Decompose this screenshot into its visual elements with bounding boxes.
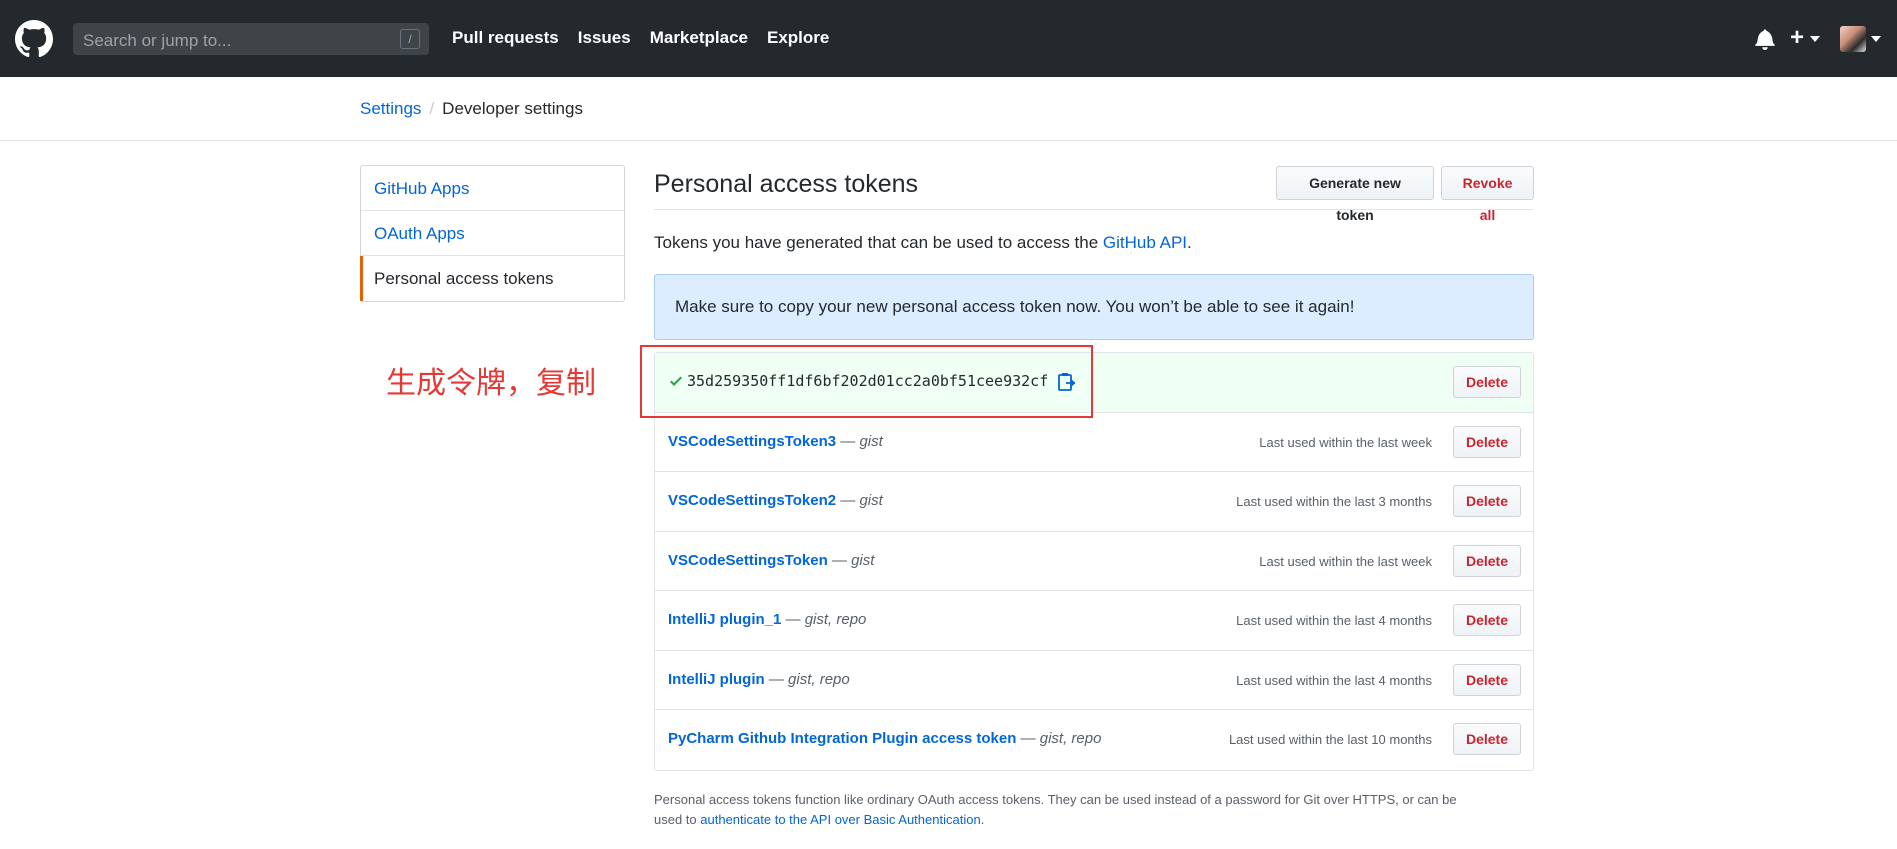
token-name-link: PyCharm Github Integration Plugin access… bbox=[668, 730, 1101, 747]
token-last-used: Last used within the last 4 months bbox=[1236, 672, 1432, 688]
token-row: PyCharm Github Integration Plugin access… bbox=[655, 710, 1533, 770]
delete-token-button[interactable]: Delete bbox=[1453, 425, 1521, 458]
footer-note: Personal access tokens function like ord… bbox=[654, 790, 1534, 830]
footer-prefix: used to bbox=[654, 812, 701, 827]
breadcrumb-separator: / bbox=[429, 99, 435, 118]
search-shortcut-key: / bbox=[400, 29, 420, 49]
token-scopes: gist, repo bbox=[804, 611, 867, 628]
token-row: VSCodeSettingsToken3 — gist Last used wi… bbox=[655, 413, 1533, 472]
copy-token-notice: Make sure to copy your new personal acce… bbox=[654, 274, 1534, 340]
token-dash: — bbox=[1016, 730, 1040, 747]
search-input[interactable]: Search or jump to... / bbox=[73, 23, 429, 55]
token-name[interactable]: IntelliJ plugin bbox=[668, 671, 765, 688]
token-dash: — bbox=[781, 611, 805, 628]
create-new-button[interactable]: + bbox=[1790, 24, 1822, 52]
token-name[interactable]: VSCodeSettingsToken3 bbox=[668, 433, 836, 450]
search-placeholder: Search or jump to... bbox=[83, 31, 232, 50]
title-divider bbox=[654, 209, 1534, 210]
token-scopes: gist bbox=[859, 432, 883, 450]
token-dash: — bbox=[764, 670, 789, 688]
nav-explore[interactable]: Explore bbox=[767, 28, 829, 48]
token-row: IntelliJ plugin — gist, repo Last used w… bbox=[655, 651, 1533, 710]
caret-down-icon bbox=[1810, 36, 1820, 42]
token-dash: — bbox=[836, 432, 860, 450]
footer-suffix: . bbox=[980, 812, 985, 827]
delete-token-button[interactable]: Delete bbox=[1453, 544, 1521, 577]
token-name[interactable]: IntelliJ plugin_1 bbox=[668, 611, 781, 628]
token-scopes: gist, repo bbox=[1039, 730, 1102, 747]
token-last-used: Last used within the last 3 months bbox=[1236, 494, 1432, 509]
developer-settings-sidebar: GitHub Apps OAuth Apps Personal access t… bbox=[360, 165, 625, 302]
token-name-link: IntelliJ plugin — gist, repo bbox=[668, 671, 850, 688]
token-row: VSCodeSettingsToken — gist Last used wit… bbox=[655, 532, 1533, 591]
annotation-highlight-box bbox=[640, 345, 1093, 418]
token-dash: — bbox=[836, 492, 860, 509]
caret-down-icon bbox=[1871, 36, 1881, 42]
bell-icon[interactable] bbox=[1755, 28, 1775, 50]
token-name[interactable]: VSCodeSettingsToken2 bbox=[668, 492, 836, 509]
settings-subhead: Settings / Developer settings bbox=[0, 77, 1897, 141]
nav-pull-requests[interactable]: Pull requests bbox=[452, 28, 559, 48]
token-name-link: VSCodeSettingsToken3 — gist bbox=[668, 433, 883, 450]
token-last-used: Last used within the last 4 months bbox=[1236, 613, 1432, 628]
delete-token-button[interactable]: Delete bbox=[1453, 604, 1521, 636]
token-scopes: gist bbox=[859, 492, 883, 509]
revoke-all-button[interactable]: Revoke all bbox=[1441, 166, 1534, 223]
delete-token-button[interactable]: Delete bbox=[1453, 485, 1521, 517]
github-api-link[interactable]: GitHub API bbox=[1103, 233, 1187, 252]
delete-token-button[interactable]: Delete bbox=[1453, 663, 1521, 696]
token-last-used: Last used within the last week bbox=[1259, 553, 1432, 569]
nav-issues[interactable]: Issues bbox=[578, 28, 631, 48]
token-dash: — bbox=[827, 551, 852, 569]
footer-line1: Personal access tokens function like ord… bbox=[654, 792, 1457, 807]
header-nav: Pull requests Issues Marketplace Explore bbox=[452, 28, 829, 48]
token-row: IntelliJ plugin_1 — gist, repo Last used… bbox=[655, 591, 1533, 651]
annotation-text: 生成令牌，复制 bbox=[386, 366, 596, 401]
page-title: Personal access tokens bbox=[654, 170, 919, 198]
tokens-description: Tokens you have generated that can be us… bbox=[654, 233, 1192, 253]
description-suffix: . bbox=[1187, 233, 1192, 252]
github-logo-icon[interactable] bbox=[15, 20, 53, 58]
token-scopes: gist, repo bbox=[788, 670, 850, 688]
token-row: VSCodeSettingsToken2 — gist Last used wi… bbox=[655, 472, 1533, 532]
token-name[interactable]: PyCharm Github Integration Plugin access… bbox=[668, 730, 1016, 747]
token-scopes: gist bbox=[851, 551, 875, 569]
description-text: Tokens you have generated that can be us… bbox=[654, 233, 1103, 252]
breadcrumb-settings-link[interactable]: Settings bbox=[360, 99, 421, 118]
global-header: Search or jump to... / Pull requests Iss… bbox=[0, 0, 1897, 77]
avatar bbox=[1840, 26, 1866, 52]
token-name-link: VSCodeSettingsToken2 — gist bbox=[668, 492, 883, 509]
token-name-link: VSCodeSettingsToken — gist bbox=[668, 552, 874, 569]
basic-auth-link[interactable]: authenticate to the API over Basic Authe… bbox=[700, 812, 980, 827]
token-name[interactable]: VSCodeSettingsToken bbox=[668, 552, 828, 569]
user-menu-button[interactable] bbox=[1840, 26, 1884, 52]
breadcrumb: Settings / Developer settings bbox=[360, 99, 583, 119]
plus-icon: + bbox=[1790, 24, 1805, 51]
sidebar-item-github-apps[interactable]: GitHub Apps bbox=[361, 166, 624, 211]
token-last-used: Last used within the last week bbox=[1259, 434, 1432, 450]
generate-new-token-button[interactable]: Generate new token bbox=[1276, 166, 1434, 223]
token-name-link: IntelliJ plugin_1 — gist, repo bbox=[668, 611, 866, 628]
sidebar-item-oauth-apps[interactable]: OAuth Apps bbox=[361, 211, 624, 256]
sidebar-item-personal-access-tokens[interactable]: Personal access tokens bbox=[360, 256, 624, 301]
nav-marketplace[interactable]: Marketplace bbox=[650, 28, 748, 48]
breadcrumb-current: Developer settings bbox=[442, 99, 583, 118]
delete-token-button[interactable]: Delete bbox=[1453, 723, 1521, 755]
token-last-used: Last used within the last 10 months bbox=[1228, 732, 1432, 747]
delete-token-button[interactable]: Delete bbox=[1453, 366, 1521, 398]
